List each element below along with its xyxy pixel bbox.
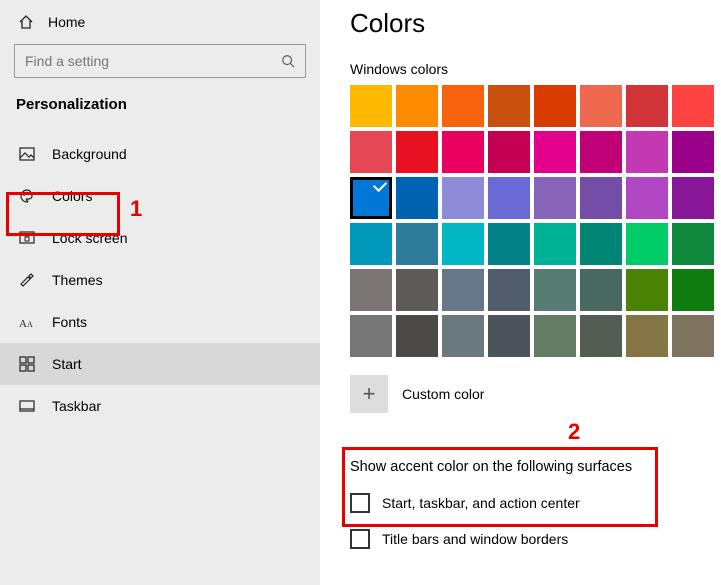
home-label: Home bbox=[48, 14, 85, 30]
sidebar-item-label: Start bbox=[52, 356, 82, 372]
color-swatch[interactable] bbox=[396, 177, 438, 219]
checkbox-titlebars[interactable] bbox=[350, 529, 370, 549]
search-icon bbox=[280, 53, 296, 69]
color-swatch[interactable] bbox=[350, 315, 392, 357]
color-swatch[interactable] bbox=[488, 223, 530, 265]
color-swatch[interactable] bbox=[580, 177, 622, 219]
sidebar-item-fonts[interactable]: AA Fonts bbox=[0, 301, 320, 343]
sidebar-item-label: Background bbox=[52, 146, 127, 162]
checkbox-start-taskbar-row[interactable]: Start, taskbar, and action center bbox=[350, 489, 721, 525]
color-swatch[interactable] bbox=[396, 315, 438, 357]
color-swatch[interactable] bbox=[626, 85, 668, 127]
checkbox-titlebars-row[interactable]: Title bars and window borders bbox=[350, 525, 721, 561]
color-swatch[interactable] bbox=[350, 85, 392, 127]
sidebar-item-label: Colors bbox=[52, 188, 92, 204]
taskbar-icon bbox=[18, 397, 36, 415]
picture-icon bbox=[18, 145, 36, 163]
color-swatch[interactable] bbox=[442, 85, 484, 127]
search-input[interactable] bbox=[14, 44, 306, 78]
annotation-number-2: 2 bbox=[568, 419, 580, 445]
color-swatch[interactable] bbox=[534, 177, 576, 219]
nav-list: Background Colors Lock screen Themes AA … bbox=[0, 133, 320, 427]
color-swatch[interactable] bbox=[672, 177, 714, 219]
color-swatch[interactable] bbox=[672, 269, 714, 311]
sidebar-item-lockscreen[interactable]: Lock screen bbox=[0, 217, 320, 259]
content-pane: Colors Windows colors + Custom color Sho… bbox=[320, 0, 721, 585]
start-icon bbox=[18, 355, 36, 373]
color-swatch[interactable] bbox=[626, 223, 668, 265]
color-swatch[interactable] bbox=[534, 131, 576, 173]
lock-screen-icon bbox=[18, 229, 36, 247]
color-swatch[interactable] bbox=[580, 131, 622, 173]
color-swatch[interactable] bbox=[626, 177, 668, 219]
sidebar-item-label: Taskbar bbox=[52, 398, 101, 414]
plus-icon: + bbox=[363, 381, 376, 407]
windows-colors-label: Windows colors bbox=[350, 61, 721, 77]
color-swatch[interactable] bbox=[442, 315, 484, 357]
color-swatch[interactable] bbox=[488, 177, 530, 219]
color-swatch[interactable] bbox=[534, 315, 576, 357]
color-swatch[interactable] bbox=[534, 85, 576, 127]
home-nav-item[interactable]: Home bbox=[0, 8, 320, 44]
sidebar-item-background[interactable]: Background bbox=[0, 133, 320, 175]
color-swatch[interactable] bbox=[580, 269, 622, 311]
color-swatch[interactable] bbox=[626, 315, 668, 357]
sidebar-item-themes[interactable]: Themes bbox=[0, 259, 320, 301]
sidebar-item-label: Lock screen bbox=[52, 230, 127, 246]
sidebar-item-colors[interactable]: Colors bbox=[0, 175, 320, 217]
color-swatch[interactable] bbox=[534, 269, 576, 311]
color-swatch[interactable] bbox=[396, 85, 438, 127]
color-swatch[interactable] bbox=[488, 269, 530, 311]
svg-text:A: A bbox=[19, 318, 27, 329]
custom-color-label: Custom color bbox=[402, 386, 484, 402]
palette-icon bbox=[18, 187, 36, 205]
custom-color-button[interactable]: + bbox=[350, 375, 388, 413]
color-swatch[interactable] bbox=[442, 269, 484, 311]
color-swatch[interactable] bbox=[672, 223, 714, 265]
sidebar-item-taskbar[interactable]: Taskbar bbox=[0, 385, 320, 427]
color-swatch[interactable] bbox=[442, 177, 484, 219]
checkbox-label: Start, taskbar, and action center bbox=[382, 495, 580, 511]
color-swatch[interactable] bbox=[350, 269, 392, 311]
checkbox-start-taskbar[interactable] bbox=[350, 493, 370, 513]
color-swatch[interactable] bbox=[488, 131, 530, 173]
fonts-icon: AA bbox=[18, 313, 36, 331]
accent-surfaces-heading: Show accent color on the following surfa… bbox=[350, 459, 721, 475]
color-swatch[interactable] bbox=[534, 223, 576, 265]
sidebar-item-start[interactable]: Start bbox=[0, 343, 320, 385]
search-container bbox=[14, 44, 306, 78]
color-swatch[interactable] bbox=[350, 131, 392, 173]
sidebar-item-label: Themes bbox=[52, 272, 103, 288]
color-swatch[interactable] bbox=[396, 269, 438, 311]
svg-text:A: A bbox=[27, 320, 33, 329]
color-swatch[interactable] bbox=[672, 85, 714, 127]
home-icon bbox=[18, 14, 34, 30]
color-swatch[interactable] bbox=[442, 223, 484, 265]
color-swatch[interactable] bbox=[626, 269, 668, 311]
color-swatch[interactable] bbox=[488, 85, 530, 127]
color-swatch[interactable] bbox=[580, 85, 622, 127]
custom-color-row: + Custom color bbox=[350, 375, 721, 413]
color-swatch[interactable] bbox=[442, 131, 484, 173]
color-swatch[interactable] bbox=[396, 131, 438, 173]
sidebar-item-label: Fonts bbox=[52, 314, 87, 330]
color-swatch[interactable] bbox=[488, 315, 530, 357]
checkbox-label: Title bars and window borders bbox=[382, 531, 568, 547]
color-swatch[interactable] bbox=[396, 223, 438, 265]
color-swatch[interactable] bbox=[672, 315, 714, 357]
color-swatch[interactable] bbox=[350, 223, 392, 265]
color-swatch[interactable] bbox=[580, 315, 622, 357]
settings-sidebar: Home Personalization Background Colors bbox=[0, 0, 320, 585]
themes-icon bbox=[18, 271, 36, 289]
color-swatch[interactable] bbox=[626, 131, 668, 173]
color-grid bbox=[350, 85, 721, 357]
page-title: Colors bbox=[350, 8, 721, 39]
color-swatch[interactable] bbox=[350, 177, 392, 219]
color-swatch[interactable] bbox=[580, 223, 622, 265]
color-swatch[interactable] bbox=[672, 131, 714, 173]
category-heading: Personalization bbox=[0, 96, 320, 133]
